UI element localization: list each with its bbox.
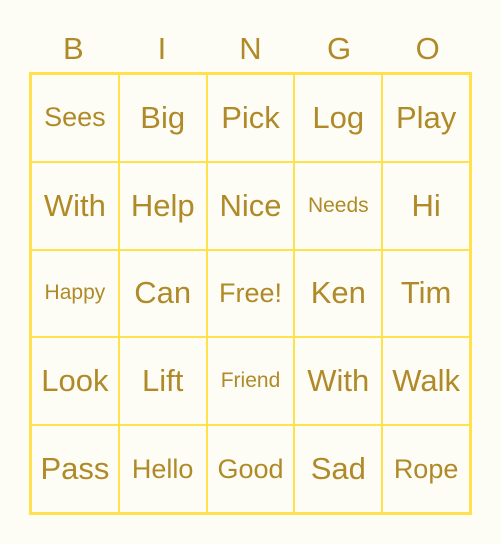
header-letter-n: N: [239, 31, 262, 66]
bingo-card: B I N G O Sees Big Pick Log Play With He…: [0, 0, 501, 544]
bingo-cell[interactable]: Sees: [31, 74, 119, 162]
bingo-cell[interactable]: Nice: [206, 161, 295, 250]
bingo-cell[interactable]: Help: [118, 161, 207, 250]
header-letter-i: I: [157, 31, 167, 66]
bingo-cell[interactable]: Play: [382, 74, 470, 162]
bingo-cell[interactable]: Log: [294, 74, 383, 162]
bingo-cell[interactable]: Hello: [118, 425, 207, 513]
header-letter-o: O: [415, 31, 440, 66]
bingo-cell[interactable]: Look: [31, 337, 119, 426]
bingo-header: B I N G O: [29, 28, 472, 70]
bingo-cell[interactable]: Pass: [31, 425, 119, 513]
bingo-cell[interactable]: Lift: [118, 337, 207, 426]
bingo-cell[interactable]: Walk: [382, 337, 470, 426]
bingo-cell[interactable]: Pick: [206, 74, 295, 162]
bingo-cell[interactable]: Sad: [294, 425, 383, 513]
bingo-grid: Sees Big Pick Log Play With Help Nice Ne…: [29, 72, 472, 515]
bingo-cell[interactable]: Friend: [206, 337, 295, 426]
bingo-cell[interactable]: Tim: [382, 249, 470, 338]
bingo-cell[interactable]: Happy: [31, 249, 119, 338]
bingo-cell[interactable]: Ken: [294, 249, 383, 338]
bingo-cell[interactable]: With: [294, 337, 383, 426]
bingo-cell[interactable]: Hi: [382, 161, 470, 250]
bingo-cell[interactable]: Needs: [294, 161, 383, 250]
bingo-cell[interactable]: Big: [118, 74, 207, 162]
bingo-cell[interactable]: Rope: [382, 425, 470, 513]
header-letter-b: B: [62, 31, 84, 66]
bingo-cell[interactable]: Good: [206, 425, 295, 513]
header-letter-g: G: [327, 31, 352, 66]
bingo-cell[interactable]: Can: [118, 249, 207, 338]
bingo-cell[interactable]: With: [31, 161, 119, 250]
free-space-cell[interactable]: Free!: [206, 249, 295, 338]
